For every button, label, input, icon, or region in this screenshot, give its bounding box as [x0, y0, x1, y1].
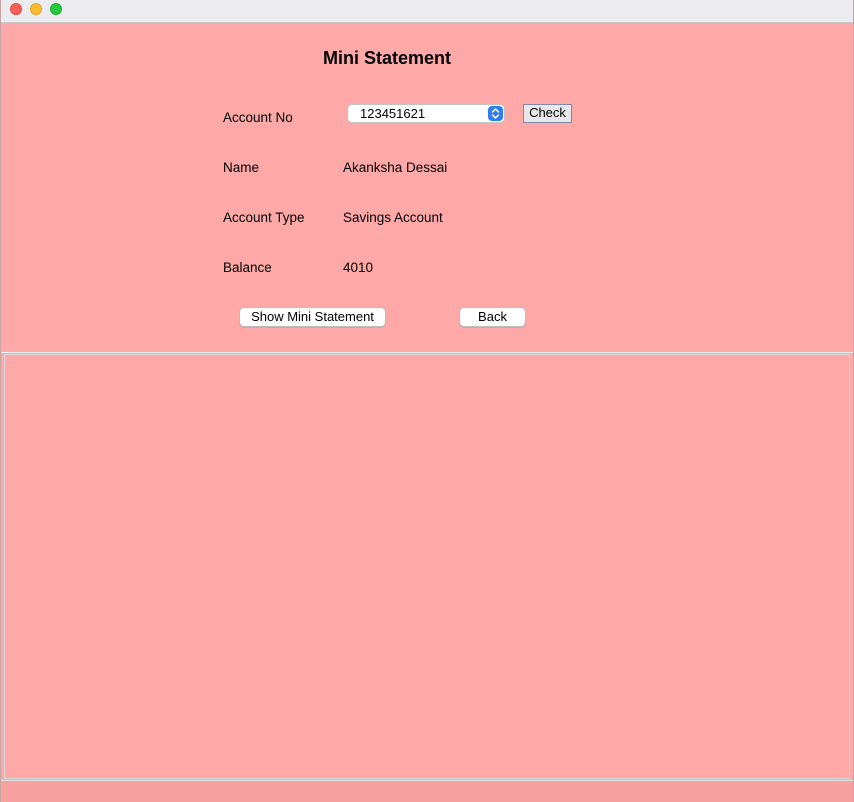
- section-divider: [1, 352, 853, 353]
- balance-value: 4010: [343, 260, 374, 275]
- show-mini-statement-button[interactable]: Show Mini Statement: [239, 307, 386, 327]
- account-no-select[interactable]: 123451621: [347, 104, 505, 123]
- page-title: Mini Statement: [323, 48, 452, 68]
- close-window-button[interactable]: [10, 3, 22, 15]
- account-form: Mini Statement Account No 123451621 Chec…: [1, 23, 853, 353]
- app-window: Mini Statement Account No 123451621 Chec…: [0, 0, 854, 802]
- bottom-strip: [1, 780, 853, 802]
- account-no-value: 123451621: [360, 106, 426, 121]
- back-button[interactable]: Back: [459, 307, 526, 327]
- title-bar: [1, 0, 853, 23]
- name-value: Akanksha Dessai: [343, 160, 448, 175]
- account-type-label: Account Type: [223, 210, 305, 225]
- check-button[interactable]: Check: [523, 104, 572, 123]
- balance-label: Balance: [223, 260, 272, 275]
- zoom-window-button[interactable]: [50, 3, 62, 15]
- name-label: Name: [223, 160, 260, 175]
- select-arrows-icon: [488, 106, 503, 121]
- account-type-value: Savings Account: [343, 210, 443, 225]
- account-no-label: Account No: [223, 110, 293, 125]
- mini-statement-area: [4, 354, 850, 779]
- minimize-window-button[interactable]: [30, 3, 42, 15]
